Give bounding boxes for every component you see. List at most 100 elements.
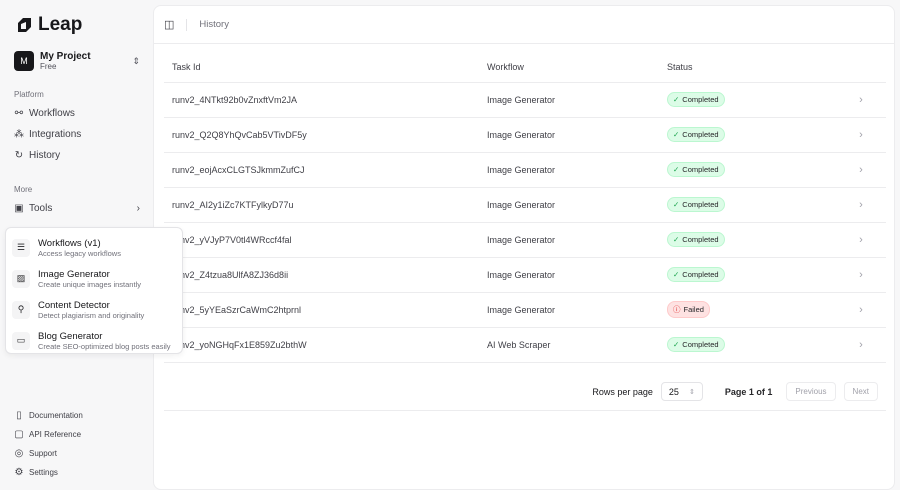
book-icon: ▯ [16, 410, 22, 421]
workflow-name: Image Generator [479, 117, 659, 153]
check-icon: ✓ [673, 235, 680, 244]
chevron-right-icon[interactable]: › [836, 187, 886, 223]
task-id: runv2_Z4tzua8UlfA8ZJ36d8ii [164, 257, 479, 293]
menu-item-workflows-v1[interactable]: ☰ Workflows (v1) Access legacy workflows [12, 232, 176, 263]
sidebar-item-workflows[interactable]: ⚯ Workflows [14, 108, 140, 119]
avatar: M [14, 51, 34, 71]
task-id: runv2_AI2y1iZc7KTFylkyD77u [164, 187, 479, 223]
book-icon: ▭ [12, 331, 30, 350]
image-icon: ▨ [12, 269, 30, 288]
chevron-right-icon[interactable]: › [836, 257, 886, 293]
api-icon: ▢ [14, 429, 24, 440]
topbar: ◫ History [154, 6, 894, 44]
table-row[interactable]: runv2_5yYEaSzrCaWmC2htprnl Image Generat… [164, 292, 886, 328]
check-icon: ✓ [673, 270, 680, 279]
sidebar-item-api-reference[interactable]: ▢ API Reference [14, 429, 140, 440]
project-switcher[interactable]: M My Project Free ⇕ [14, 51, 140, 71]
status-badge: ✓ Completed [667, 232, 725, 247]
rows-per-page-label: Rows per page [592, 386, 653, 397]
breadcrumb: History [199, 19, 229, 30]
chevron-right-icon[interactable]: › [836, 327, 886, 363]
chevron-right-icon[interactable]: › [836, 117, 886, 153]
search-icon: ⚲ [12, 300, 30, 319]
table-row[interactable]: runv2_eojAcxCLGTSJkmmZufCJ Image Generat… [164, 152, 886, 188]
column-workflow: Workflow [479, 53, 659, 83]
check-icon: ✓ [673, 165, 680, 174]
rows-per-page-select[interactable]: 25 ⇕ [660, 382, 703, 401]
chevron-right-icon[interactable]: › [836, 82, 886, 118]
workflow-icon: ⚯ [14, 108, 24, 119]
list-icon: ☰ [12, 238, 30, 257]
sidebar-item-support[interactable]: ◎ Support [14, 448, 140, 459]
chevron-right-icon[interactable]: › [836, 152, 886, 188]
pagination: Rows per page 25 ⇕ Page 1 of 1 Previous N… [164, 373, 886, 411]
logo[interactable]: Leap [16, 14, 82, 36]
status-badge: ✓ Completed [667, 197, 725, 212]
workflow-name: Image Generator [479, 292, 659, 328]
divider [186, 18, 188, 31]
column-task-id: Task Id [164, 53, 479, 83]
previous-button[interactable]: Previous [786, 382, 836, 401]
sidebar-item-history[interactable]: ↻ History [14, 150, 140, 161]
table-row[interactable]: runv2_Z4tzua8UlfA8ZJ36d8ii Image Generat… [164, 257, 886, 293]
next-button[interactable]: Next [843, 382, 878, 401]
task-id: runv2_Q2Q8YhQvCab5VTivDF5y [164, 117, 479, 153]
task-id: runv2_5yYEaSzrCaWmC2htprnl [164, 292, 479, 328]
chevron-right-icon[interactable]: › [836, 292, 886, 328]
table-row[interactable]: runv2_yoNGHqFx1E859Zu2bthW AI Web Scrape… [164, 327, 886, 363]
chevron-right-icon[interactable]: › [836, 222, 886, 258]
workflow-name: Image Generator [479, 187, 659, 223]
gear-icon: ⚙ [14, 467, 24, 478]
project-name: My Project [40, 51, 91, 62]
task-id: runv2_yVJyP7V0tl4WRccf4fal [164, 222, 479, 258]
platform-label: Platform [14, 90, 44, 99]
terminal-icon: ▣ [14, 203, 24, 214]
chevrons-up-down-icon: ⇕ [689, 388, 695, 396]
check-icon: ✓ [673, 200, 680, 209]
table-row[interactable]: runv2_Q2Q8YhQvCab5VTivDF5y Image Generat… [164, 117, 886, 153]
main-panel: ◫ History Task Id Workflow Status runv2_… [153, 5, 895, 490]
chevron-right-icon: › [136, 203, 140, 214]
menu-item-content-detector[interactable]: ⚲ Content Detector Detect plagiarism and o… [12, 294, 176, 325]
history-table: Task Id Workflow Status runv2_4NTkt92b0v… [164, 53, 886, 363]
status-badge: ✓ Completed [667, 92, 725, 107]
history-icon: ↻ [14, 150, 24, 161]
status-badge: ✓ Completed [667, 267, 725, 282]
check-icon: ✓ [673, 130, 680, 139]
workflow-name: AI Web Scraper [479, 327, 659, 363]
integrations-icon: ⁂ [14, 129, 24, 140]
more-label: More [14, 185, 33, 194]
project-plan: Free [40, 62, 57, 71]
status-badge: ⓘ Failed [667, 301, 710, 318]
menu-item-blog-generator[interactable]: ▭ Blog Generator Create SEO-optimized blog… [12, 325, 176, 356]
check-icon: ✓ [673, 340, 680, 349]
workflow-name: Image Generator [479, 257, 659, 293]
table-row[interactable]: runv2_yVJyP7V0tl4WRccf4fal Image Generat… [164, 222, 886, 258]
task-id: runv2_eojAcxCLGTSJkmmZufCJ [164, 152, 479, 188]
brand-name: Leap [38, 14, 83, 35]
status-badge: ✓ Completed [667, 162, 725, 177]
sidebar-item-settings[interactable]: ⚙ Settings [14, 467, 140, 478]
table-row[interactable]: runv2_AI2y1iZc7KTFylkyD77u Image Generat… [164, 187, 886, 223]
column-status: Status [659, 53, 836, 83]
sidebar-item-integrations[interactable]: ⁂ Integrations [14, 129, 140, 140]
check-icon: ✓ [673, 95, 680, 104]
menu-item-image-generator[interactable]: ▨ Image Generator Create unique images ins… [12, 263, 176, 294]
leap-logo-icon [18, 18, 31, 32]
sidebar-item-documentation[interactable]: ▯ Documentation [14, 410, 140, 421]
workflow-name: Image Generator [479, 152, 659, 188]
tools-menu: ☰ Workflows (v1) Access legacy workflows ▨… [5, 227, 183, 354]
alert-circle-icon: ⓘ [673, 305, 681, 314]
chevrons-up-down-icon: ⇕ [132, 55, 140, 66]
task-id: runv2_yoNGHqFx1E859Zu2bthW [164, 327, 479, 363]
status-badge: ✓ Completed [667, 127, 725, 142]
page-indicator: Page 1 of 1 [724, 386, 773, 397]
sidebar-toggle-icon[interactable]: ◫ [164, 18, 174, 31]
workflow-name: Image Generator [479, 222, 659, 258]
table-row[interactable]: runv2_4NTkt92b0vZnxftVm2JA Image Generat… [164, 82, 886, 118]
task-id: runv2_4NTkt92b0vZnxftVm2JA [164, 82, 479, 118]
workflow-name: Image Generator [479, 82, 659, 118]
sidebar-item-tools[interactable]: ▣ Tools › [14, 203, 140, 214]
support-icon: ◎ [14, 448, 24, 459]
status-badge: ✓ Completed [667, 337, 725, 352]
